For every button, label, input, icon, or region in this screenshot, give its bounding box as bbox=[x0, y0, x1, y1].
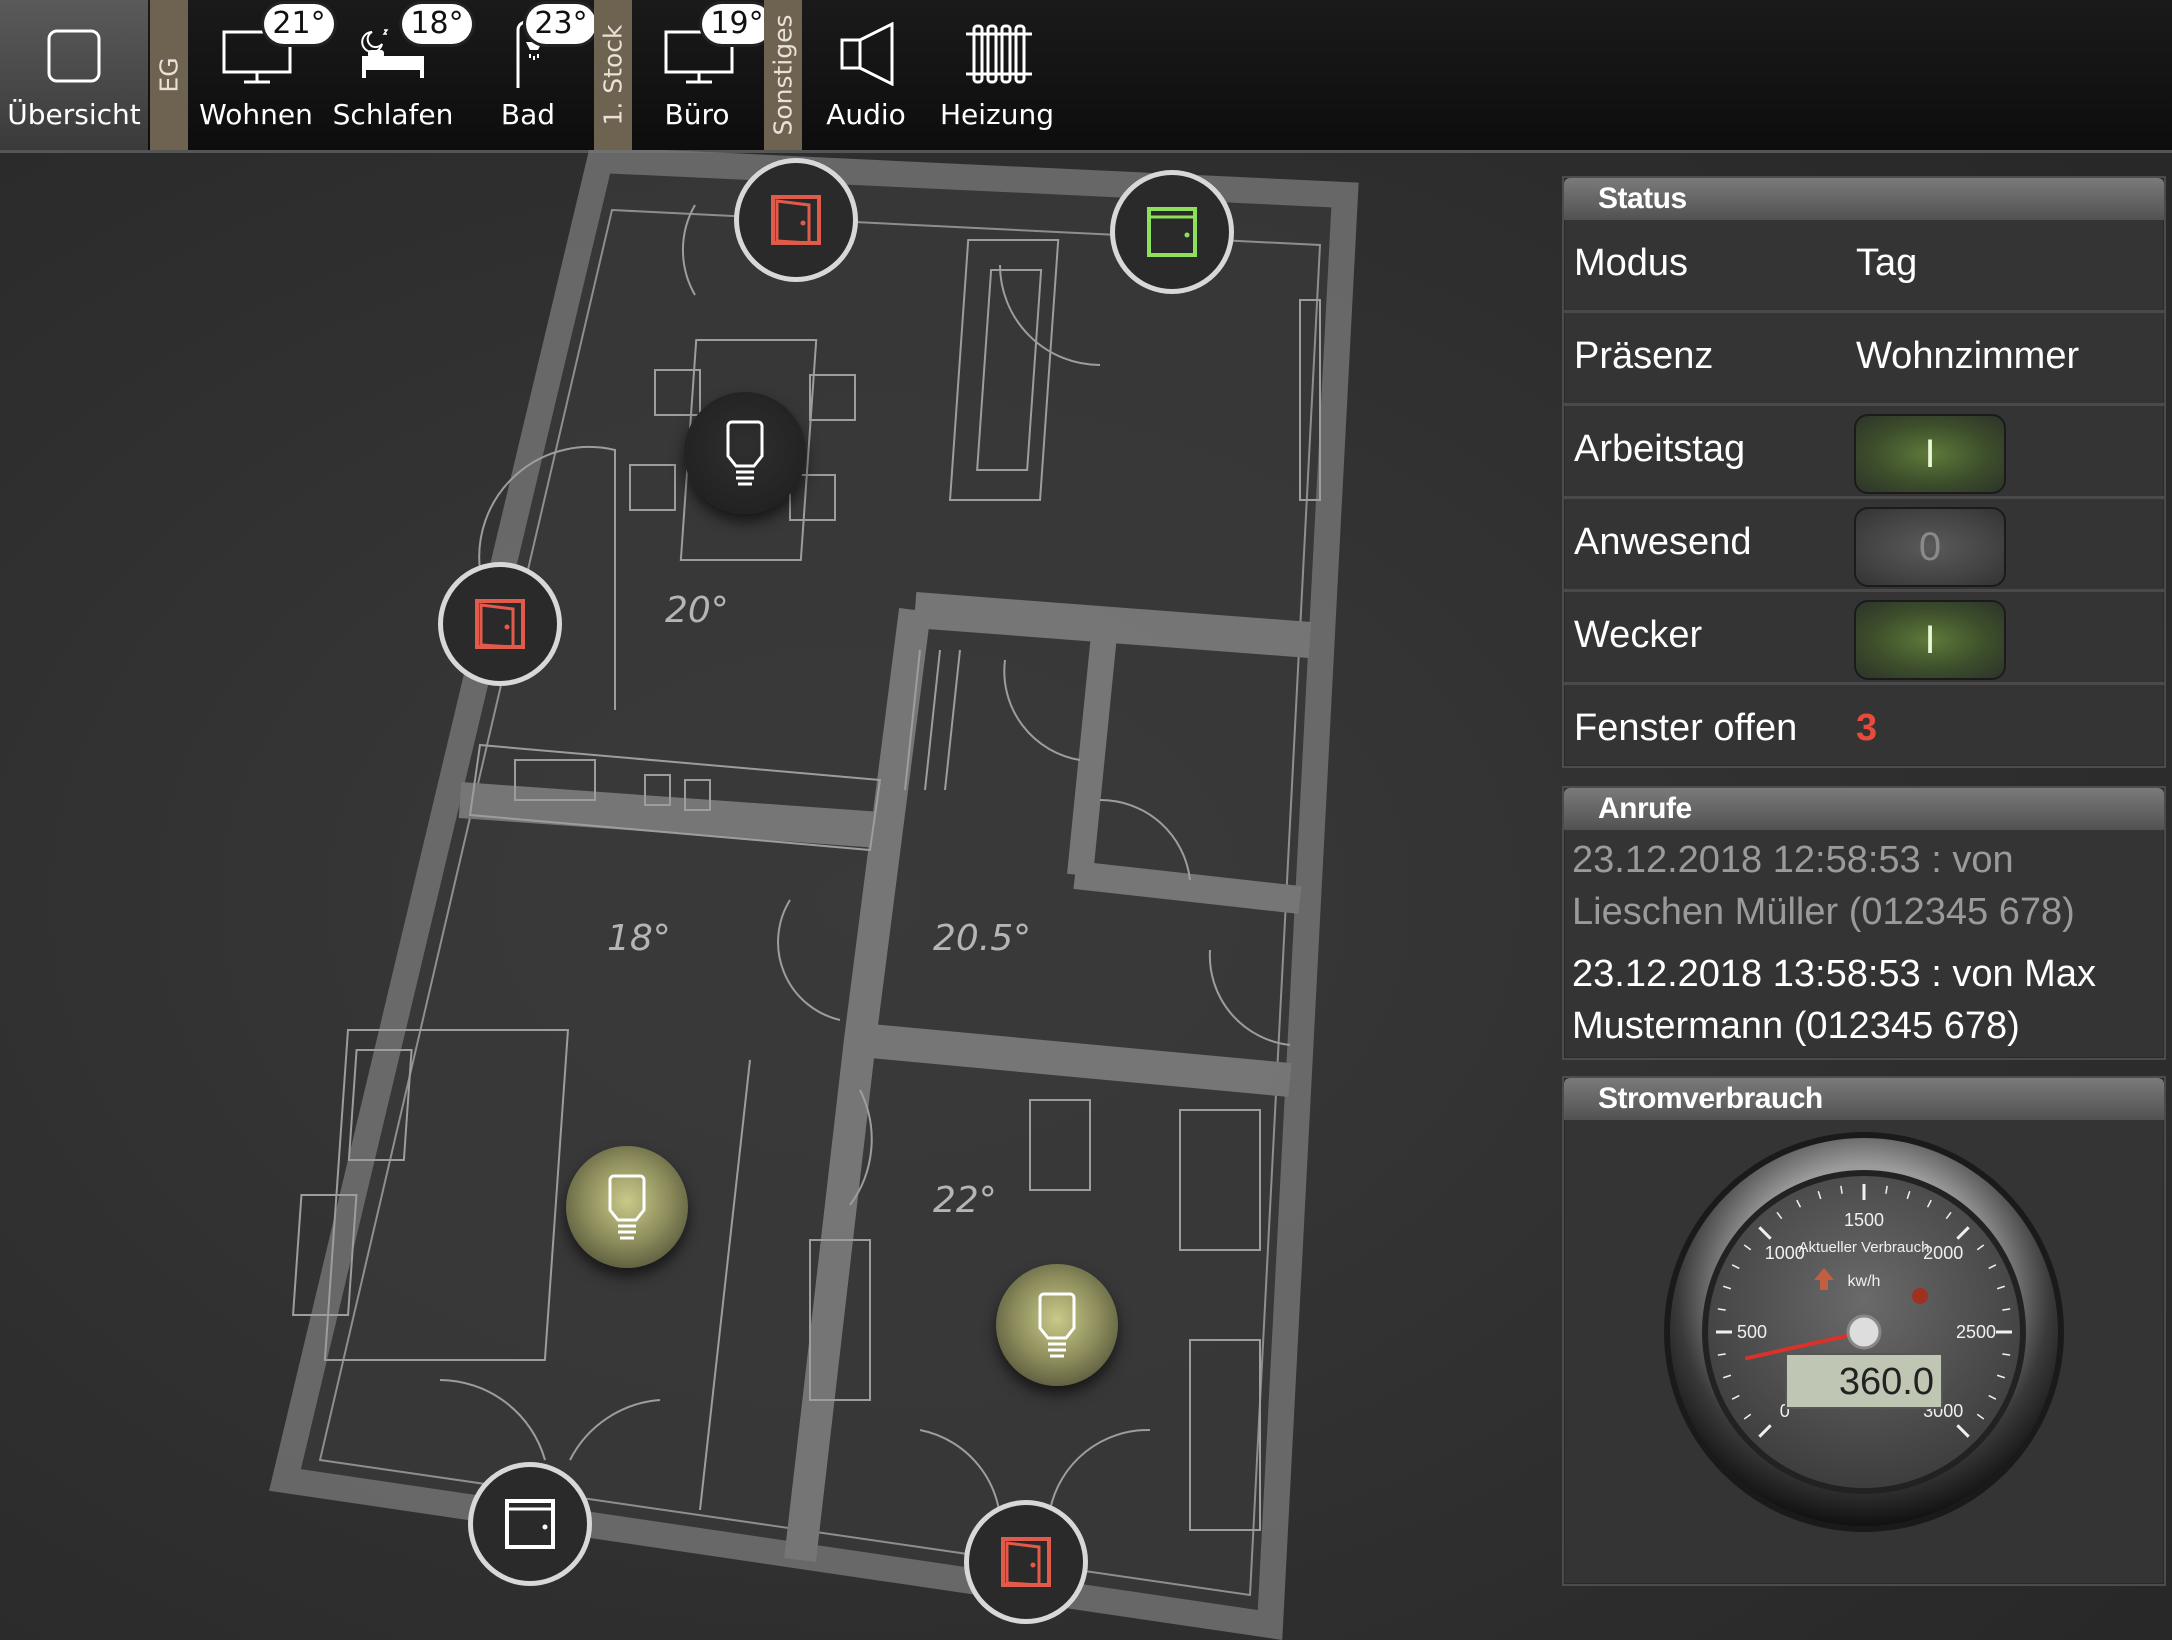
nav-room-bad-label: Bad bbox=[500, 98, 556, 131]
status-value-praesenz: Wohnzimmer bbox=[1856, 335, 2080, 377]
bulb-icon bbox=[1038, 1292, 1076, 1358]
nav-audio[interactable]: Audio bbox=[806, 0, 926, 150]
call-entry: 23.12.2018 13:58:53 : von Max Mustermann… bbox=[1572, 953, 2096, 1047]
window-sensor-office[interactable] bbox=[964, 1500, 1088, 1624]
floor-separator-eg: EG bbox=[150, 0, 188, 150]
nav-overview[interactable]: Übersicht bbox=[0, 0, 148, 150]
status-panel: Status Modus Tag Präsenz Wohnzimmer Arbe… bbox=[1562, 176, 2166, 768]
arbeitstag-toggle[interactable]: I bbox=[1854, 414, 2006, 494]
window-closed-icon bbox=[1147, 207, 1197, 257]
gauge-value: 360.0 bbox=[1839, 1361, 1934, 1403]
room-temp-bedroom: 18° bbox=[607, 918, 671, 959]
window-sensor-living-top[interactable] bbox=[734, 158, 858, 282]
radiator-icon bbox=[966, 24, 1032, 84]
status-label-modus: Modus bbox=[1574, 242, 1689, 284]
calls-panel: Anrufe 23.12.2018 12:58:53 : von Liesche… bbox=[1562, 786, 2166, 1060]
floor-separator-1: 1. Stock bbox=[594, 0, 632, 150]
temp-badge-bad: 23° bbox=[526, 4, 596, 44]
overview-icon bbox=[47, 29, 101, 83]
window-closed-icon bbox=[505, 1499, 555, 1549]
lamp-office[interactable] bbox=[996, 1264, 1118, 1386]
status-row-praesenz: Präsenz Wohnzimmer bbox=[1564, 313, 2164, 406]
gauge-unit: kw/h bbox=[1848, 1273, 1881, 1290]
status-value-modus: Tag bbox=[1856, 242, 1918, 284]
nav-heizung-label: Heizung bbox=[939, 98, 1055, 131]
calls-title: Anrufe bbox=[1564, 788, 2164, 830]
temp-badge-schlafen: 18° bbox=[402, 4, 472, 44]
status-label-fenster: Fenster offen bbox=[1574, 707, 1798, 749]
call-entry: 23.12.2018 12:58:53 : von Lieschen Mülle… bbox=[1572, 839, 2075, 933]
lamp-bedroom[interactable] bbox=[566, 1146, 688, 1268]
nav-room-schlafen[interactable]: 18° Schlafen bbox=[330, 0, 472, 150]
status-row-arbeitstag: Arbeitstag I bbox=[1564, 406, 2164, 499]
floor-separator-sonstiges: Sonstiges bbox=[764, 0, 802, 150]
status-label-praesenz: Präsenz bbox=[1574, 335, 1714, 377]
nav-room-schlafen-label: Schlafen bbox=[332, 98, 454, 131]
room-temp-living: 20° bbox=[665, 590, 729, 631]
room-temp-office: 22° bbox=[933, 1180, 997, 1221]
top-navigation: Übersicht EG 21° Wohnen 18° Schlafen 23°… bbox=[0, 0, 2172, 153]
window-open-icon bbox=[771, 195, 821, 245]
nav-room-wohnen[interactable]: 21° Wohnen bbox=[190, 0, 334, 150]
status-label-anwesend: Anwesend bbox=[1574, 521, 1752, 563]
gauge-alarm-led bbox=[1912, 1288, 1928, 1304]
status-row-modus: Modus Tag bbox=[1564, 220, 2164, 313]
bulb-icon bbox=[726, 420, 764, 486]
room-temp-hall: 20.5° bbox=[933, 918, 1032, 959]
floor-label-1: 1. Stock bbox=[598, 24, 628, 126]
window-sensor-bedroom[interactable] bbox=[468, 1462, 592, 1586]
temp-badge-wohnen: 21° bbox=[264, 4, 334, 44]
nav-room-wohnen-label: Wohnen bbox=[199, 98, 313, 131]
temp-badge-buero: 19° bbox=[702, 4, 772, 44]
floor-label-sonstiges: Sonstiges bbox=[768, 14, 798, 136]
nav-room-buero[interactable]: 19° Büro bbox=[634, 0, 772, 150]
window-sensor-living-left[interactable] bbox=[438, 562, 562, 686]
wecker-toggle[interactable]: I bbox=[1854, 600, 2006, 680]
floor-label-eg: EG bbox=[154, 57, 184, 93]
status-label-arbeitstag: Arbeitstag bbox=[1574, 428, 1746, 470]
window-open-icon bbox=[475, 599, 525, 649]
gauge-title: Aktueller Verbrauch bbox=[1799, 1239, 1930, 1256]
power-title: Stromverbrauch bbox=[1564, 1078, 2164, 1120]
status-row-anwesend: Anwesend 0 bbox=[1564, 499, 2164, 592]
nav-audio-label: Audio bbox=[826, 98, 906, 131]
gauge-hub bbox=[1846, 1314, 1882, 1350]
gauge-tick-label: 2500 bbox=[1956, 1322, 1996, 1342]
status-row-fenster: Fenster offen 3 bbox=[1564, 685, 2164, 775]
power-panel: Stromverbrauch 0 500 1000 1500 2000 2500 3000 … bbox=[1562, 1076, 2166, 1586]
nav-overview-label: Übersicht bbox=[7, 98, 141, 131]
gauge-tick-label: 1500 bbox=[1844, 1210, 1884, 1230]
status-label-wecker: Wecker bbox=[1574, 614, 1703, 656]
bulb-icon bbox=[608, 1174, 646, 1240]
status-title: Status bbox=[1564, 178, 2164, 220]
status-row-wecker: Wecker I bbox=[1564, 592, 2164, 685]
window-sensor-living-right[interactable] bbox=[1110, 170, 1234, 294]
open-windows-count: 3 bbox=[1856, 707, 1878, 749]
nav-heizung[interactable]: Heizung bbox=[934, 0, 1060, 150]
lamp-living[interactable] bbox=[684, 392, 806, 514]
nav-room-bad[interactable]: 23° Bad bbox=[466, 0, 596, 150]
window-open-icon bbox=[1001, 1537, 1051, 1587]
speaker-icon bbox=[840, 22, 894, 86]
nav-room-buero-label: Büro bbox=[664, 98, 730, 131]
power-gauge: 050010001500200025003000 Aktueller Verbr… bbox=[1664, 1132, 2064, 1532]
gauge-tick-label: 500 bbox=[1737, 1322, 1767, 1342]
anwesend-toggle[interactable]: 0 bbox=[1854, 507, 2006, 587]
floor-plan bbox=[269, 150, 1359, 1640]
